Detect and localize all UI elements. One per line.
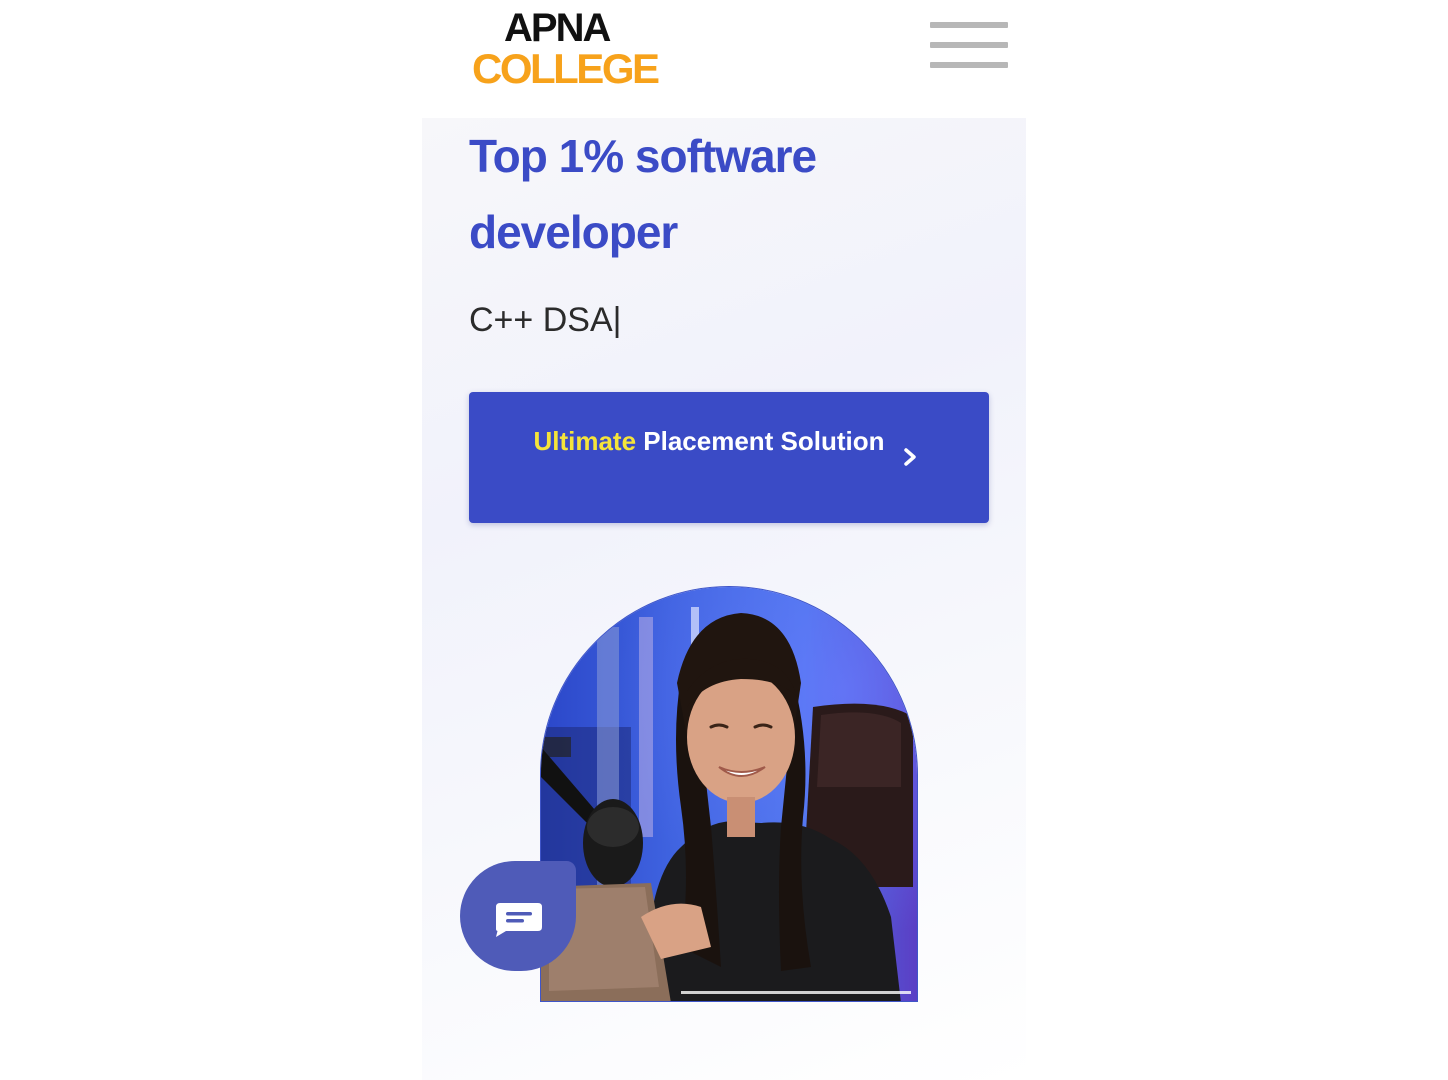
cta-label: Ultimate Placement Solution [529,424,889,458]
hamburger-bar [930,62,1008,68]
hamburger-bar [930,22,1008,28]
cta-label-rest: Placement Solution [636,426,885,456]
cta-label-highlight: Ultimate [533,426,637,456]
chevron-right-icon [904,448,916,466]
logo-line-college: COLLEGE [472,45,660,92]
typed-text-value: C++ DSA [469,301,613,339]
chat-bubble-icon [496,903,542,937]
hero-headline: Top 1% software developer [469,130,817,258]
instructor-photo-illustration [541,587,917,1001]
hamburger-menu-icon[interactable] [928,20,1010,72]
apna-college-logo[interactable]: APNA COLLEGE [472,4,662,94]
chat-support-button[interactable] [460,861,576,971]
mobile-viewport: APNA COLLEGE Top 1% software developer C… [422,0,1026,1080]
hamburger-bar [930,42,1008,48]
ultimate-placement-solution-button[interactable]: Ultimate Placement Solution [469,392,989,523]
typed-text: C++ DSA| [469,294,621,346]
site-header: APNA COLLEGE [422,0,1026,118]
typing-cursor: | [612,301,622,339]
instructor-photo [540,586,918,1002]
logo-line-apna: APNA [504,6,611,50]
